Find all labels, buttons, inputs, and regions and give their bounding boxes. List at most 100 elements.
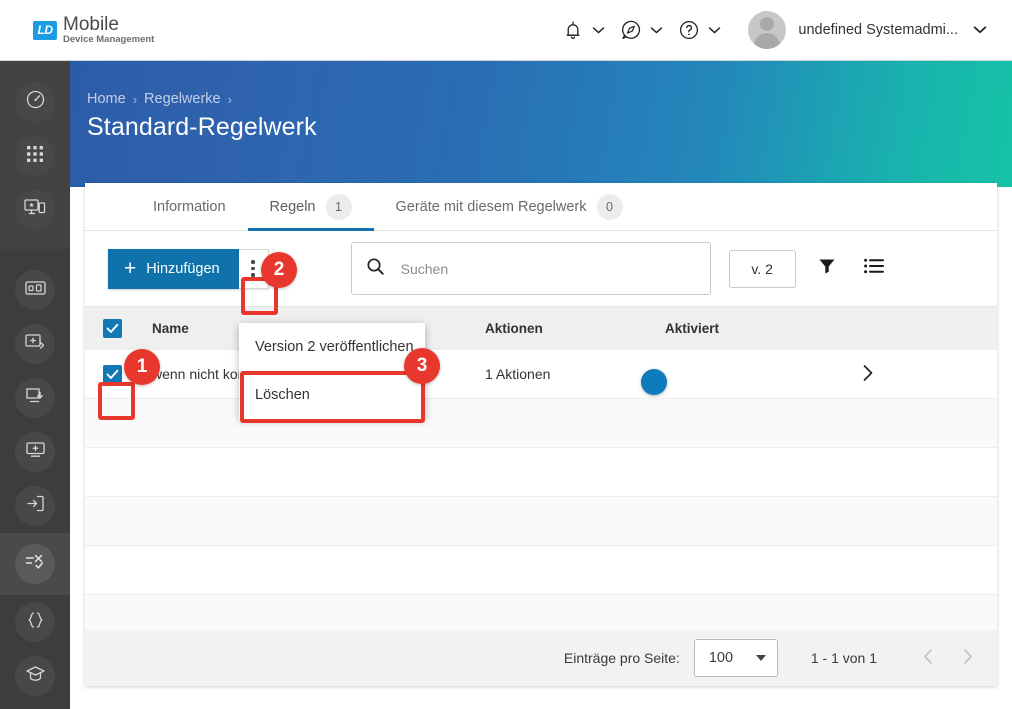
- brand-title: Mobile: [63, 13, 119, 35]
- feedback-button[interactable]: [612, 17, 670, 43]
- code-braces-icon: [26, 611, 45, 634]
- row-aktionen-value: 1 Aktionen: [485, 366, 551, 382]
- sidebar-item-training[interactable]: [15, 656, 55, 696]
- breadcrumb-item-home[interactable]: Home: [87, 91, 126, 107]
- sidebar-item-rules-inner: [15, 544, 55, 584]
- enroll-arrow-icon: [26, 494, 45, 518]
- menu-item-loeschen[interactable]: Löschen: [239, 371, 425, 419]
- app-root: LD Mobile Device Management undefined Sy…: [0, 0, 1012, 709]
- bell-icon: [560, 17, 586, 43]
- per-page-select[interactable]: 100: [693, 639, 778, 677]
- pagination-prev-button[interactable]: [923, 648, 934, 668]
- tab-information[interactable]: Information: [131, 183, 248, 230]
- rules-table: Name Bedingungen Aktionen Aktiviert wenn…: [85, 306, 997, 644]
- row-detail-button[interactable]: [850, 364, 997, 385]
- tab-regeln-badge: 1: [325, 193, 352, 220]
- sidebar-item-enroll[interactable]: [15, 486, 55, 526]
- logo-mark-icon: LD: [33, 20, 57, 40]
- annotation-badge-1: 1: [124, 349, 160, 385]
- top-bar: LD Mobile Device Management undefined Sy…: [0, 0, 1012, 61]
- user-menu[interactable]: undefined Systemadmi...: [742, 11, 994, 49]
- column-header-aktionen[interactable]: Aktionen: [485, 321, 665, 336]
- user-name-label: undefined Systemadmi...: [798, 22, 958, 38]
- column-header-aktiviert[interactable]: Aktiviert: [665, 321, 850, 336]
- content-card: Information Regeln 1 Geräte mit diesem R…: [85, 183, 997, 686]
- sidebar-group-secondary: 5.18.2: [0, 249, 70, 709]
- add-button[interactable]: + Hinzufügen: [108, 248, 239, 289]
- per-page-value: 100: [708, 650, 734, 666]
- table-row[interactable]: wenn nicht konform 1 Aktionen: [85, 350, 997, 399]
- sidebar-item-device-add[interactable]: [15, 324, 55, 364]
- brand-logo[interactable]: LD Mobile Device Management: [33, 15, 154, 46]
- search-box[interactable]: [350, 242, 711, 295]
- search-input[interactable]: [400, 260, 710, 277]
- table-header-checkbox-cell: [85, 319, 140, 338]
- per-page-label: Einträge pro Seite:: [563, 650, 680, 666]
- sidebar-item-device-download[interactable]: [15, 378, 55, 418]
- page-title: Standard-Regelwerk: [87, 113, 317, 141]
- device-inventory-icon: [24, 280, 46, 301]
- sidebar-group-primary: [0, 61, 70, 249]
- dashboard-gauge-icon: [25, 89, 46, 115]
- chevron-left-icon: [923, 648, 934, 668]
- tab-regeln-label: Regeln: [269, 198, 316, 215]
- version-selector-button[interactable]: v. 2: [728, 249, 796, 288]
- row-checkbox[interactable]: [103, 364, 122, 384]
- breadcrumb-item-regelwerke[interactable]: Regelwerke: [144, 91, 221, 107]
- tab-geraete-badge: 0: [596, 193, 623, 220]
- brand-subtitle: Device Management: [63, 33, 155, 45]
- pagination-next-button[interactable]: [962, 648, 973, 668]
- help-button[interactable]: [670, 17, 728, 43]
- add-button-label: Hinzufügen: [146, 260, 220, 277]
- empty-row: [85, 497, 997, 546]
- empty-row: [85, 399, 997, 448]
- sidebar-item-code[interactable]: [15, 602, 55, 642]
- screen-plus-icon: [25, 441, 46, 463]
- filter-funnel-icon: [817, 256, 837, 281]
- select-all-checkbox[interactable]: [103, 319, 122, 338]
- pagination-range-label: 1 - 1 von 1: [810, 650, 877, 666]
- plus-icon: +: [124, 257, 137, 280]
- brand-logo-text: Mobile Device Management: [63, 15, 154, 46]
- avatar: [748, 11, 787, 49]
- chevron-down-icon: [972, 22, 988, 38]
- table-footer: Einträge pro Seite: 100 1 - 1 von 1: [85, 630, 997, 686]
- chevron-down-icon: [590, 22, 606, 38]
- annotation-badge-2: 2: [261, 252, 297, 288]
- empty-row: [85, 546, 997, 595]
- tab-geraete-label: Geräte mit diesem Regelwerk: [395, 198, 587, 215]
- sidebar-item-dashboard[interactable]: [15, 82, 55, 122]
- list-view-button[interactable]: [858, 252, 892, 286]
- sidebar-item-apps[interactable]: [15, 136, 55, 176]
- apps-grid-icon: [26, 145, 44, 168]
- rules-checklist-icon: [25, 553, 45, 576]
- table-toolbar: + Hinzufügen v. 2: [85, 231, 997, 306]
- graduation-cap-icon: [25, 664, 46, 688]
- sidebar: 5.18.2: [0, 61, 70, 709]
- filter-button[interactable]: [810, 252, 844, 286]
- chevron-down-icon: [706, 22, 722, 38]
- menu-item-publish-version[interactable]: Version 2 veröffentlichen: [239, 323, 425, 371]
- sidebar-item-screen-plus[interactable]: [15, 432, 55, 472]
- kebab-menu-icon: [251, 260, 255, 277]
- chevron-down-icon: [648, 22, 664, 38]
- sidebar-item-devices[interactable]: [15, 190, 55, 230]
- table-header-row: Name Bedingungen Aktionen Aktiviert: [85, 306, 997, 350]
- chevron-right-icon: [962, 648, 973, 668]
- tab-geraete[interactable]: Geräte mit diesem Regelwerk 0: [374, 183, 645, 230]
- device-add-icon: [24, 333, 46, 356]
- notifications-button[interactable]: [554, 17, 612, 43]
- breadcrumb-separator-icon: ›: [132, 91, 138, 107]
- tab-regeln[interactable]: Regeln 1: [247, 183, 374, 231]
- tab-bar: Information Regeln 1 Geräte mit diesem R…: [85, 183, 997, 231]
- help-circle-icon: [676, 17, 702, 43]
- sidebar-item-rules[interactable]: [0, 533, 70, 595]
- chevron-right-icon: [862, 364, 874, 385]
- breadcrumb: Home › Regelwerke ›: [87, 91, 232, 107]
- devices-monitor-phone-icon: [24, 198, 46, 222]
- top-bar-actions: undefined Systemadmi...: [554, 11, 994, 49]
- kebab-dropdown-menu: Version 2 veröffentlichen Löschen: [239, 323, 425, 419]
- list-view-icon: [864, 258, 885, 279]
- sidebar-item-inventory[interactable]: [15, 270, 55, 310]
- search-icon: [366, 257, 385, 281]
